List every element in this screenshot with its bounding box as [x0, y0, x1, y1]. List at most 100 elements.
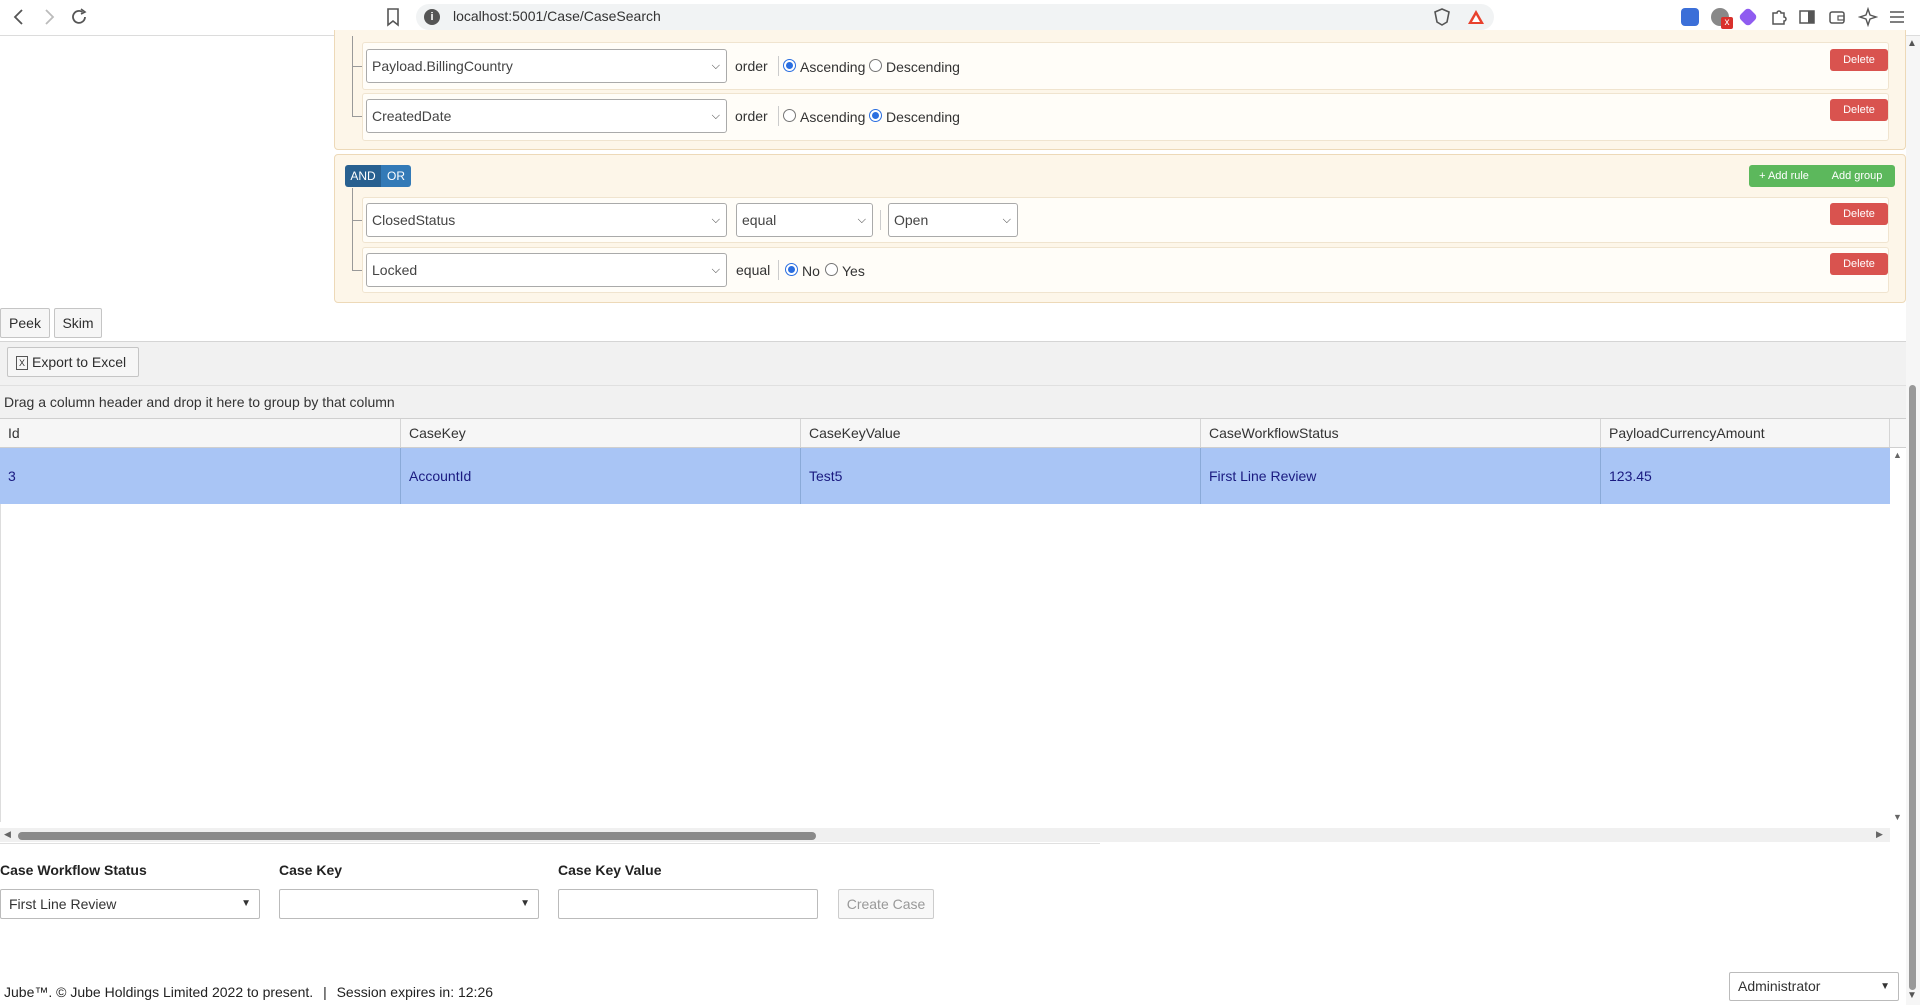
descending-label: Descending: [886, 59, 960, 75]
role-dropdown[interactable]: Administrator ▼: [1729, 972, 1899, 1001]
column-header-payloadcurrencyamount[interactable]: PayloadCurrencyAmount: [1601, 419, 1890, 447]
divider: [778, 106, 779, 126]
no-label: No: [802, 263, 820, 279]
footer-separator: |: [323, 984, 327, 1000]
ascending-radio[interactable]: [783, 59, 796, 72]
descending-radio[interactable]: [869, 59, 882, 72]
delete-button[interactable]: Delete: [1830, 49, 1888, 71]
table-cell: 3: [0, 448, 401, 504]
filter-field-value: ClosedStatus: [372, 212, 456, 228]
tree-line: [352, 270, 362, 271]
back-icon[interactable]: [8, 6, 30, 28]
grid-vscroll[interactable]: ▲ ▼: [1890, 448, 1906, 828]
divider: [778, 260, 779, 280]
footer: Jube™. © Jube Holdings Limited 2022 to p…: [4, 984, 493, 1000]
caret-down-icon: ▼: [241, 898, 251, 909]
menu-icon[interactable]: [1888, 8, 1906, 29]
scroll-right-icon[interactable]: ▶: [1876, 829, 1883, 840]
grid-header: Id CaseKey CaseKeyValue CaseWorkflowStat…: [0, 418, 1906, 448]
sort-field-select[interactable]: Payload.BillingCountry ⌵: [366, 49, 727, 83]
grid-toolbar: [0, 341, 1906, 385]
case-key-value-input[interactable]: [558, 889, 818, 919]
filter-field-value: Locked: [372, 262, 418, 278]
chevron-down-icon: ⌵: [711, 110, 720, 122]
no-radio[interactable]: [785, 263, 798, 276]
yes-label: Yes: [842, 263, 865, 279]
divider: [880, 210, 881, 230]
error-badge-icon: x: [1721, 17, 1733, 29]
sidebar-icon[interactable]: [1798, 8, 1816, 29]
copyright-text: Jube™. © Jube Holdings Limited 2022 to p…: [4, 984, 314, 1000]
create-case-button[interactable]: Create Case: [838, 889, 934, 919]
column-header-casekeyvalue[interactable]: CaseKeyValue: [801, 419, 1201, 447]
table-cell: 123.45: [1609, 468, 1652, 484]
skim-button[interactable]: Skim: [54, 308, 102, 338]
table-cell: AccountId: [401, 448, 801, 504]
workflow-status-dropdown[interactable]: First Line Review ▼: [0, 889, 260, 919]
forward-icon[interactable]: [38, 6, 60, 28]
scroll-down-icon[interactable]: ▼: [1907, 990, 1917, 1001]
tree-line: [352, 220, 362, 221]
scroll-left-icon[interactable]: ◀: [4, 829, 11, 840]
role-value: Administrator: [1738, 978, 1821, 994]
grid-hscroll-thumb[interactable]: [18, 832, 816, 840]
caret-down-icon: ▼: [1880, 981, 1890, 992]
scroll-up-icon[interactable]: ▲: [1907, 38, 1917, 49]
column-header-casekey[interactable]: CaseKey: [401, 419, 801, 447]
page-scrollbar-thumb[interactable]: [1909, 385, 1916, 990]
operator-value: equal: [742, 212, 777, 228]
operator-select[interactable]: equal ⌵: [736, 203, 873, 237]
case-key-label: Case Key: [279, 862, 343, 878]
url-text[interactable]: localhost:5001/Case/CaseSearch: [453, 8, 661, 24]
add-group-button[interactable]: Add group: [1819, 165, 1895, 187]
scroll-down-icon[interactable]: ▼: [1893, 812, 1902, 822]
session-timer: Session expires in: 12:26: [336, 984, 494, 1000]
reload-icon[interactable]: [68, 6, 90, 28]
tree-line: [352, 188, 353, 270]
chevron-down-icon: ⌵: [1002, 214, 1011, 226]
excel-icon: X: [16, 356, 28, 371]
chevron-down-icon: ⌵: [711, 264, 720, 276]
or-button[interactable]: OR: [381, 165, 411, 187]
filter-field-select[interactable]: ClosedStatus ⌵: [366, 203, 727, 237]
add-rule-button[interactable]: + Add rule: [1749, 165, 1819, 187]
export-label: Export to Excel: [32, 354, 127, 370]
export-excel-button[interactable]: X Export to Excel: [7, 347, 139, 377]
site-info-icon[interactable]: i: [424, 9, 440, 25]
bookmark-icon[interactable]: [382, 6, 404, 28]
case-key-dropdown[interactable]: ▼: [279, 889, 539, 919]
grid-body: [0, 504, 1890, 822]
filter-field-select[interactable]: Locked ⌵: [366, 253, 727, 287]
descending-radio[interactable]: [869, 109, 882, 122]
value-select[interactable]: Open ⌵: [888, 203, 1018, 237]
table-row[interactable]: 3 AccountId Test5 First Line Review 123.…: [0, 448, 1890, 504]
workflow-status-value: First Line Review: [9, 896, 117, 912]
ascending-label: Ascending: [800, 109, 866, 125]
order-label: order: [735, 58, 768, 74]
puzzle-icon[interactable]: [1769, 7, 1789, 30]
extension-icon[interactable]: [1681, 8, 1699, 26]
grouping-area[interactable]: Drag a column header and drop it here to…: [0, 385, 1906, 418]
sort-field-select[interactable]: CreatedDate ⌵: [366, 99, 727, 133]
ascending-radio[interactable]: [783, 109, 796, 122]
wallet-icon[interactable]: [1828, 8, 1846, 29]
column-header-id[interactable]: Id: [0, 419, 401, 447]
brave-rewards-icon[interactable]: [1466, 7, 1486, 30]
and-button[interactable]: AND: [345, 165, 381, 187]
column-header-caseworkflowstatus[interactable]: CaseWorkflowStatus: [1201, 419, 1601, 447]
delete-button[interactable]: Delete: [1830, 253, 1888, 275]
sort-field-value: CreatedDate: [372, 108, 452, 124]
workflow-status-label: Case Workflow Status: [0, 862, 147, 878]
delete-button[interactable]: Delete: [1830, 99, 1888, 121]
scroll-up-icon[interactable]: ▲: [1893, 450, 1902, 460]
tree-line: [352, 116, 362, 117]
peek-button[interactable]: Peek: [0, 308, 50, 338]
case-key-value-label: Case Key Value: [558, 862, 662, 878]
descending-label: Descending: [886, 109, 960, 125]
value-select-value: Open: [894, 212, 929, 228]
yes-radio[interactable]: [825, 263, 838, 276]
delete-button[interactable]: Delete: [1830, 203, 1888, 225]
brave-shield-icon[interactable]: [1432, 7, 1452, 30]
grouping-hint: Drag a column header and drop it here to…: [4, 394, 395, 410]
leo-icon[interactable]: [1857, 6, 1879, 30]
